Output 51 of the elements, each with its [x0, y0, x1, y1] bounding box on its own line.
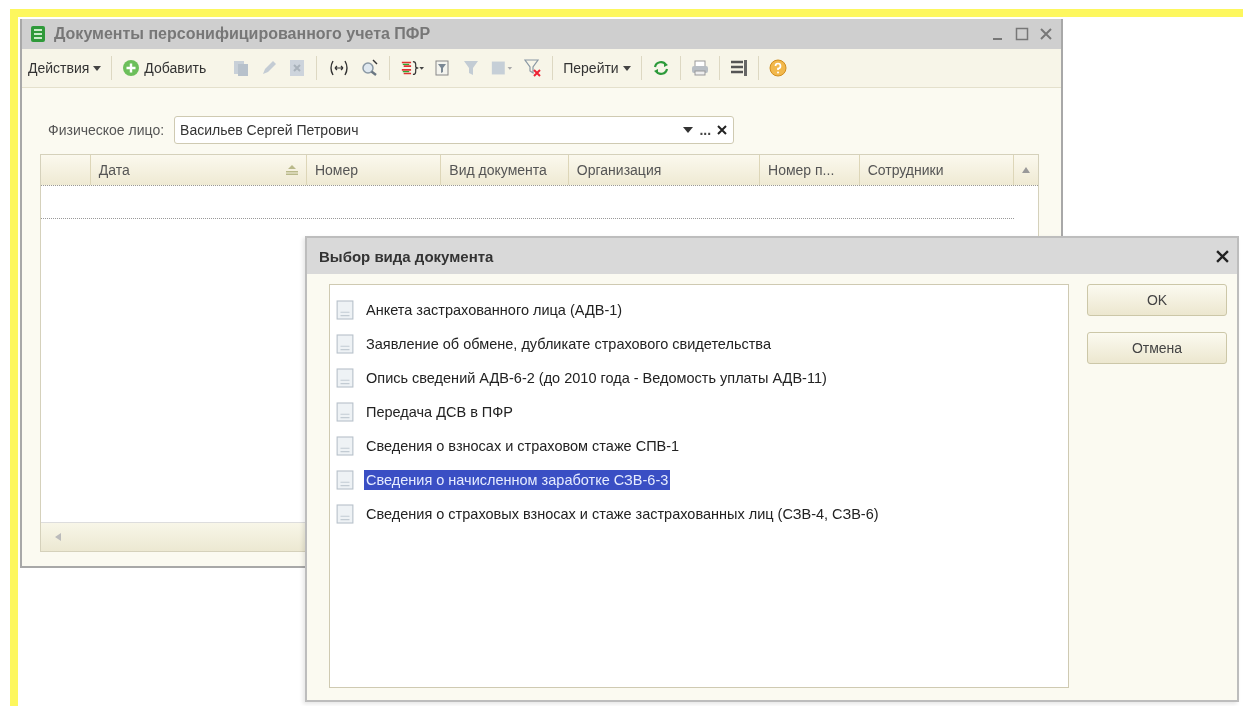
document-icon [336, 503, 354, 525]
document-icon [336, 435, 354, 457]
dropdown-caret-icon[interactable] [683, 125, 694, 135]
window-title: Документы персонифицированного учета ПФР [54, 25, 432, 43]
hierarchy-list-icon[interactable] [400, 59, 425, 77]
column-header[interactable]: Сотрудники [859, 155, 1014, 185]
list-item[interactable]: Сведения о взносах и страховом стаже СПВ-1 [364, 436, 682, 456]
column-header[interactable]: Организация [568, 155, 761, 185]
person-field[interactable]: Васильев Сергей Петрович ... [174, 116, 735, 144]
close-icon[interactable] [1216, 249, 1229, 263]
column-header[interactable]: Номер [306, 155, 442, 185]
search-icon[interactable] [361, 59, 380, 77]
caret-icon [622, 65, 631, 71]
document-icon [336, 469, 354, 491]
column-header[interactable]: Вид документа [441, 155, 569, 185]
go-menu[interactable]: Перейти [563, 58, 631, 78]
spreadsheet-icon [30, 25, 46, 43]
actions-menu[interactable]: Действия [28, 58, 102, 78]
list-item[interactable]: Сведения о начисленном заработке СЗВ-6-3 [364, 470, 671, 490]
printer-icon[interactable] [690, 59, 709, 77]
document-icon [336, 333, 354, 355]
list-item[interactable]: Сведения о страховых взносах и стаже застрахованных лиц (СЗВ-4, СЗВ-6) [364, 504, 881, 524]
list-settings-icon[interactable] [729, 59, 748, 77]
document-icon [336, 401, 354, 423]
column-header[interactable]: Дата [90, 155, 307, 185]
up-arrow-icon [1022, 167, 1030, 173]
list-item[interactable]: Анкета застрахованного лица (АДВ-1) [364, 300, 625, 320]
copy-icon[interactable] [232, 59, 251, 77]
document-icon [336, 299, 354, 321]
pencil-icon[interactable] [260, 59, 279, 77]
list-item[interactable]: Передача ДСВ в ПФР [364, 402, 515, 422]
list-item[interactable]: Заявление об обмене, дубликате страхового свидетельства [364, 334, 773, 354]
filter-icon[interactable] [462, 59, 481, 77]
list-item[interactable]: Опись сведений АДВ-6-2 (до 2010 года - Ведомость уплаты АДВ-11) [364, 368, 829, 388]
document-icon [336, 367, 354, 389]
help-icon[interactable] [768, 59, 787, 77]
dialog-button[interactable]: Отмена [1087, 332, 1227, 364]
clear-icon[interactable] [717, 125, 728, 135]
select-button[interactable]: ... [699, 122, 712, 138]
refresh-icon[interactable] [651, 59, 670, 77]
column-header[interactable]: Номер п... [760, 155, 860, 185]
clear-filter-icon[interactable] [524, 59, 543, 77]
dialog-button[interactable]: OK [1087, 284, 1227, 316]
plus-icon [122, 59, 141, 77]
field-label: Физическое лицо: [48, 122, 165, 138]
scroll-left-icon[interactable] [55, 533, 61, 541]
delete-icon[interactable] [288, 59, 307, 77]
maximize-icon[interactable] [1015, 27, 1029, 41]
add-button[interactable]: Добавить [122, 57, 207, 79]
dialog-title: Выбор вида документа [319, 247, 494, 265]
caret-icon [93, 65, 102, 71]
